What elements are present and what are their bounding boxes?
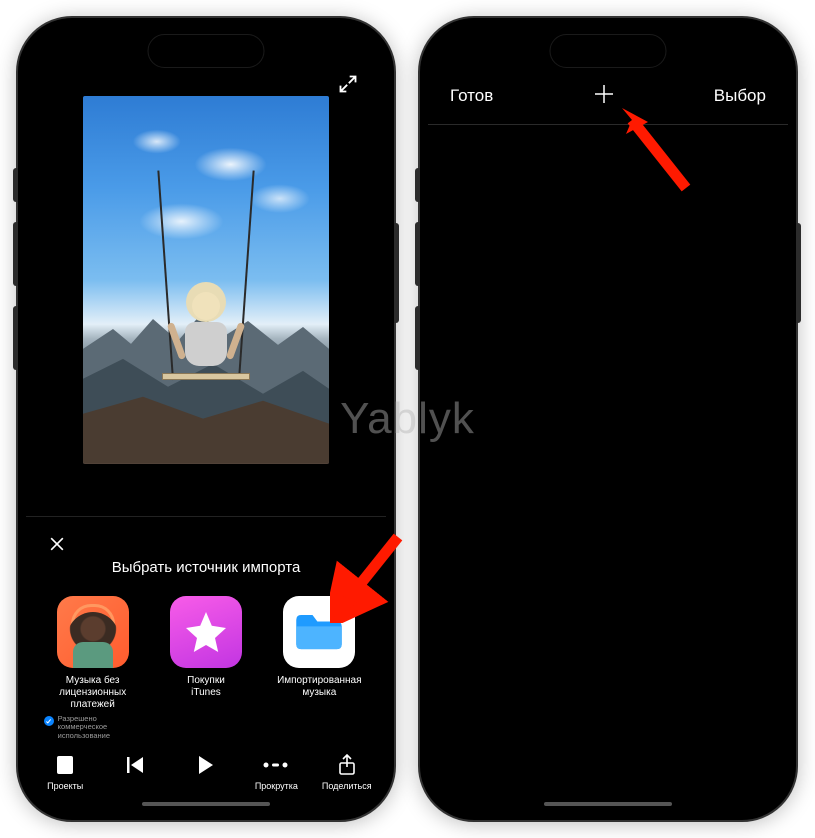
blank-label — [134, 781, 137, 791]
share-label: Поделиться — [322, 781, 372, 791]
skip-back-icon — [126, 752, 146, 778]
expand-icon[interactable] — [332, 68, 364, 100]
close-icon[interactable] — [44, 531, 70, 557]
annotation-arrow-files — [330, 533, 410, 623]
select-button[interactable]: Выбор — [714, 86, 766, 106]
video-preview-area — [26, 68, 386, 508]
share-icon — [338, 752, 356, 778]
projects-icon — [55, 752, 75, 778]
checkmark-icon — [44, 716, 54, 726]
blank-label — [205, 781, 208, 791]
preview-image — [83, 96, 329, 464]
phone-mockup-right: Готов Выбор — [418, 16, 798, 822]
scroll-button[interactable]: Прокрутка — [241, 752, 311, 791]
play-button[interactable] — [171, 752, 241, 791]
home-indicator — [142, 802, 270, 806]
previous-button[interactable] — [101, 752, 171, 791]
source-files-label: Импортированная музыка — [277, 675, 361, 699]
star-icon — [170, 596, 242, 668]
projects-button[interactable]: Проекты — [30, 752, 100, 791]
done-button[interactable]: Готов — [450, 86, 493, 106]
share-button[interactable]: Поделиться — [312, 752, 382, 791]
timeline-icon — [263, 752, 289, 778]
screen-left: Выбрать источник импорта Музыка без лице… — [26, 26, 386, 812]
annotation-arrow-plus — [618, 102, 698, 192]
source-royalty-free[interactable]: Музыка без лицензионных платежей Разреше… — [38, 596, 148, 740]
home-indicator — [544, 802, 672, 806]
nav-divider — [428, 124, 788, 125]
play-icon — [197, 752, 215, 778]
add-button[interactable] — [592, 82, 616, 110]
phone-mockup-left: Выбрать источник импорта Музыка без лице… — [16, 16, 396, 822]
bottom-toolbar: Проекты Прокрутка — [26, 740, 386, 802]
projects-label: Проекты — [47, 781, 83, 791]
scroll-label: Прокрутка — [255, 781, 298, 791]
source-royalty-label: Музыка без лицензионных платежей — [59, 675, 126, 711]
source-itunes-label: Покупки iTunes — [187, 675, 225, 699]
screen-right: Готов Выбор — [428, 26, 788, 812]
permit-text: Разрешено коммерческое использование — [58, 715, 142, 740]
navigation-bar: Готов Выбор — [428, 82, 788, 110]
plus-icon — [592, 82, 616, 106]
source-itunes[interactable]: Покупки iTunes — [151, 596, 261, 740]
